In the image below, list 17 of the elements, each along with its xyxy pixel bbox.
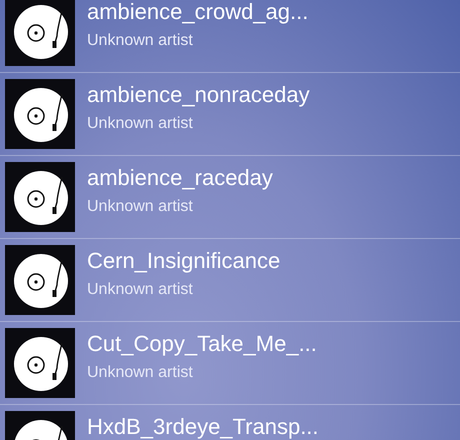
track-row[interactable]: Cern_Insignificance Unknown artist xyxy=(0,239,460,321)
track-title: Cut_Copy_Take_Me_... xyxy=(87,332,317,356)
artist-name: Unknown artist xyxy=(87,31,194,51)
track-row[interactable]: Cut_Copy_Take_Me_... Unknown artist xyxy=(0,322,460,404)
track-title: ambience_raceday xyxy=(87,166,273,190)
track-row[interactable]: ambience_raceday Unknown artist xyxy=(0,156,460,238)
track-title: HxdB_3rdeye_Transp... xyxy=(87,415,319,439)
track-title: ambience_crowd_ag... xyxy=(87,0,308,24)
artist-name: Unknown artist xyxy=(87,280,194,300)
track-row[interactable]: HxdB_3rdeye_Transp... xyxy=(0,405,460,440)
track-title: ambience_nonraceday xyxy=(87,83,310,107)
artist-name: Unknown artist xyxy=(87,114,194,134)
artist-name: Unknown artist xyxy=(87,197,194,217)
track-row[interactable]: ambience_crowd_ag... Unknown artist xyxy=(0,0,460,72)
artist-name: Unknown artist xyxy=(87,363,194,383)
track-row[interactable]: ambience_nonraceday Unknown artist xyxy=(0,73,460,155)
track-title: Cern_Insignificance xyxy=(87,249,280,273)
